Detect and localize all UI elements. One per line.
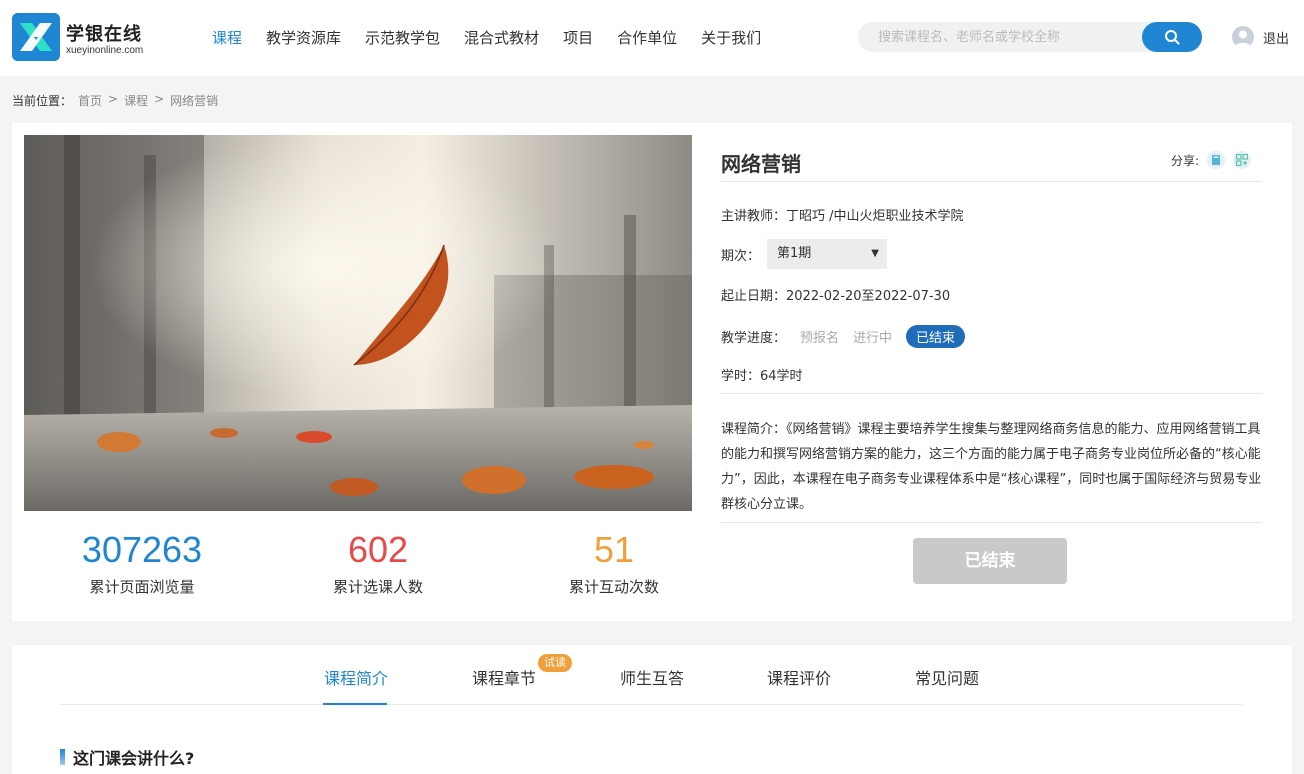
user-avatar-icon[interactable] xyxy=(1232,26,1254,48)
divider xyxy=(721,393,1262,394)
share-group: 分享: xyxy=(1171,151,1251,169)
stat-page-views-label: 累计页面浏览量 xyxy=(89,578,195,596)
nav-item-projects[interactable]: 项目 xyxy=(563,0,593,76)
divider xyxy=(721,522,1262,523)
course-dates: 起止日期：2022-02-20至2022-07-30 xyxy=(721,289,951,304)
top-header: 学银在线 xueyinonline.com 课程 教学资源库 示范教学包 混合式… xyxy=(0,0,1304,76)
nav-item-partners[interactable]: 合作单位 xyxy=(617,0,677,76)
stat-page-views: 307263 累计页面浏览量 xyxy=(24,528,260,597)
course-stats: 307263 累计页面浏览量 602 累计选课人数 51 累计互动次数 xyxy=(24,528,692,608)
stat-interactions: 51 累计互动次数 xyxy=(496,528,732,597)
stat-interactions-value: 51 xyxy=(593,529,635,570)
course-teacher: 主讲教师：丁昭巧 /中山火炬职业技术学院 xyxy=(721,209,964,224)
nav-item-demo-packages[interactable]: 示范教学包 xyxy=(365,0,440,76)
section-heading: 这门课会讲什么? xyxy=(60,745,194,769)
tab-course-reviews[interactable]: 课程评价 xyxy=(767,665,831,689)
tab-course-chapters[interactable]: 课程章节 xyxy=(472,665,536,689)
course-detail-tabs-card: 课程简介 课程章节 试读 师生互答 课程评价 常见问题 这门课会讲什么? xyxy=(12,645,1292,774)
brand-domain: xueyinonline.com xyxy=(66,45,144,56)
stat-page-views-value: 307263 xyxy=(81,529,203,570)
divider xyxy=(721,181,1262,182)
course-hours: 学时：64学时 xyxy=(721,369,803,384)
nav-item-blended-textbooks[interactable]: 混合式教材 xyxy=(464,0,539,76)
breadcrumb: 当前位置： 首页 > 课程 > 网络营销 xyxy=(12,92,218,109)
progress-step-preregister: 预报名 xyxy=(800,331,840,346)
course-status-button[interactable]: 已结束 xyxy=(913,538,1067,584)
caret-down-icon: ▼ xyxy=(871,248,879,259)
share-label: 分享: xyxy=(1170,153,1199,168)
brand-name[interactable]: 学银在线 xyxy=(66,20,142,46)
breadcrumb-separator: > xyxy=(108,92,119,106)
course-title: 网络营销 xyxy=(721,152,801,176)
stat-enrollments-label: 累计选课人数 xyxy=(332,578,423,596)
share-qrcode-icon[interactable] xyxy=(1233,151,1251,169)
search-button[interactable] xyxy=(1142,22,1202,52)
breadcrumb-current: 网络营销 xyxy=(170,94,219,108)
share-book-icon[interactable] xyxy=(1207,151,1225,169)
nav-item-resource-library[interactable]: 教学资源库 xyxy=(266,0,341,76)
search-input[interactable] xyxy=(858,22,1142,52)
active-tab-indicator xyxy=(323,703,387,705)
search-icon xyxy=(1165,30,1180,45)
breadcrumb-home[interactable]: 首页 xyxy=(78,92,102,109)
logout-link[interactable]: 退出 xyxy=(1263,28,1289,47)
section-title: 这门课会讲什么? xyxy=(73,749,195,768)
tab-course-intro[interactable]: 课程简介 xyxy=(324,665,388,689)
term-select[interactable]: 第1期 ▼ xyxy=(767,239,887,269)
nav-item-about[interactable]: 关于我们 xyxy=(701,0,761,76)
breadcrumb-prefix: 当前位置： xyxy=(12,94,73,108)
progress-step-ongoing: 进行中 xyxy=(853,331,893,346)
stat-enrollments-value: 602 xyxy=(347,529,409,570)
tab-qa[interactable]: 师生互答 xyxy=(620,665,684,689)
main-nav: 课程 教学资源库 示范教学包 混合式教材 项目 合作单位 关于我们 xyxy=(212,0,785,76)
progress-row: 教学进度： 预报名 进行中 已结束 xyxy=(721,325,966,348)
stat-interactions-label: 累计互动次数 xyxy=(568,578,659,596)
course-cover-image xyxy=(24,135,692,511)
term-row: 期次： 第1期 ▼ xyxy=(721,239,887,269)
course-intro: 课程简介：《网络营销》课程主要培养学生搜集与整理网络商务信息的能力、应用网络营销… xyxy=(721,422,1262,512)
term-label: 期次： xyxy=(721,249,761,264)
tab-faq[interactable]: 常见问题 xyxy=(915,665,979,689)
stat-enrollments: 602 累计选课人数 xyxy=(260,528,496,597)
course-card: 307263 累计页面浏览量 602 累计选课人数 51 累计互动次数 网络营销… xyxy=(12,123,1292,621)
progress-step-ended: 已结束 xyxy=(906,325,966,348)
term-select-value: 第1期 xyxy=(777,246,812,261)
brand-logo-icon[interactable] xyxy=(12,13,60,61)
section-marker-icon xyxy=(60,749,65,765)
trial-badge: 试读 xyxy=(538,654,572,672)
search-bar xyxy=(858,22,1202,52)
course-tabs: 课程简介 课程章节 试读 师生互答 课程评价 常见问题 xyxy=(60,645,1242,705)
progress-label: 教学进度： xyxy=(721,331,787,346)
breadcrumb-separator: > xyxy=(154,92,165,106)
nav-item-courses[interactable]: 课程 xyxy=(212,0,242,76)
breadcrumb-courses[interactable]: 课程 xyxy=(124,92,148,109)
